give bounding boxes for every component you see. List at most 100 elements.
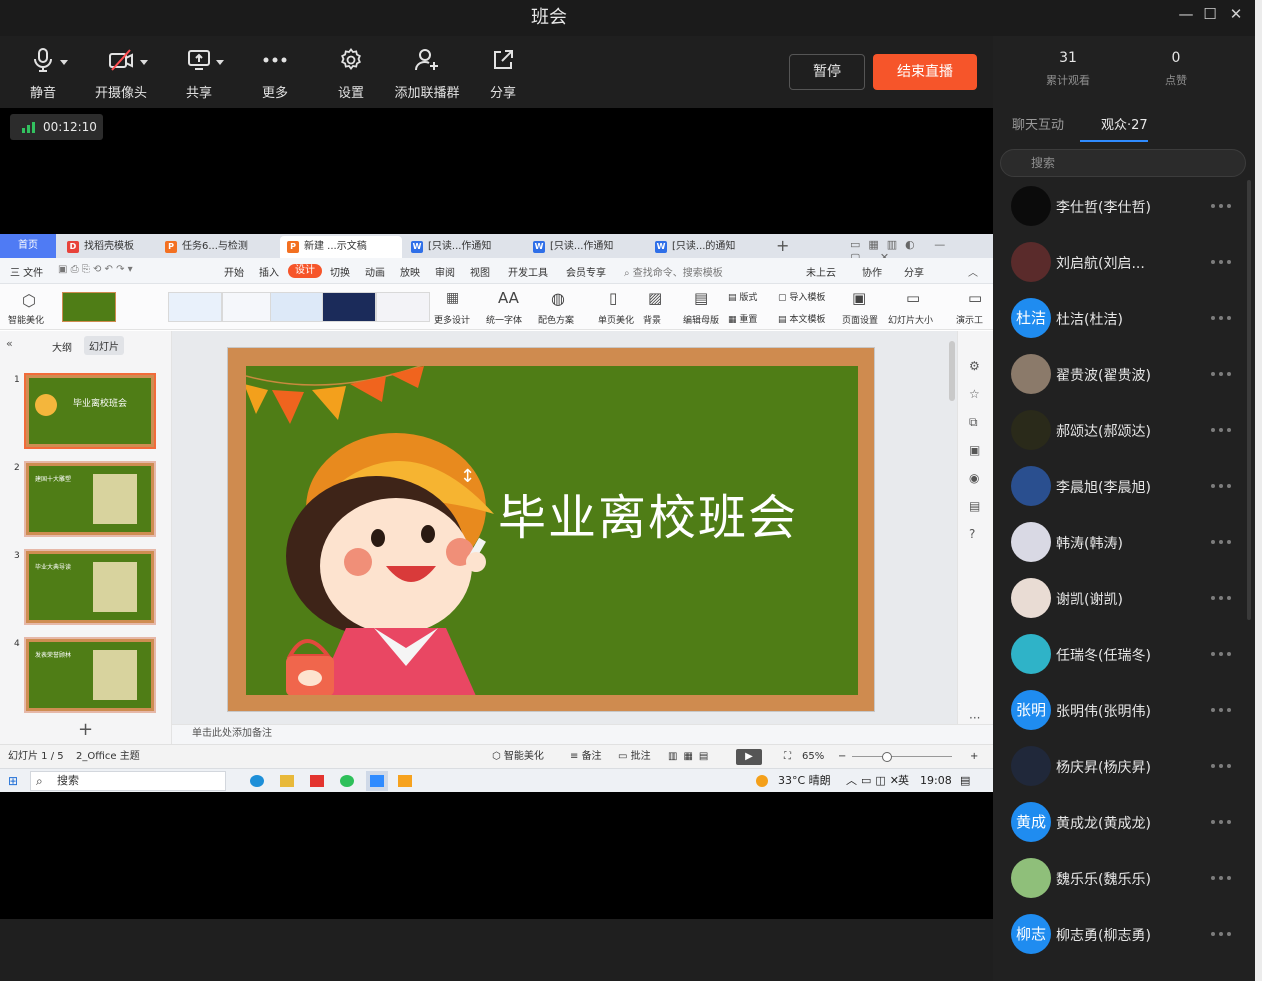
tab-audience[interactable]: 观众·27 <box>1101 114 1148 133</box>
share-screen-button[interactable]: 共享 <box>164 44 234 101</box>
audience-item[interactable]: 杜洁 杜洁(杜洁) <box>1011 298 1241 338</box>
more-design-button[interactable]: 更多设计 <box>434 313 470 326</box>
home-tab[interactable]: 首页 <box>0 234 56 258</box>
taskbar-search[interactable]: 搜索 <box>30 771 226 791</box>
weather-text[interactable]: 33°C 晴朗 <box>778 769 831 792</box>
current-slide[interactable]: 毕业离校班会 ↕ <box>227 347 875 712</box>
location-icon[interactable]: ◉ <box>969 471 979 485</box>
image-icon[interactable]: ▣ <box>969 443 980 457</box>
zoom-out-icon[interactable]: − <box>838 745 846 769</box>
slide-thumb-2[interactable]: 建国十大雕塑 <box>24 461 156 537</box>
add-slide-icon[interactable]: + <box>78 719 93 740</box>
text-template-button[interactable]: ▤ 本文模板 <box>778 312 825 325</box>
slide-size-button[interactable]: 幻灯片大小 <box>888 313 933 326</box>
audience-item[interactable]: 李仕哲(李仕哲) <box>1011 186 1241 226</box>
window-controls[interactable]: ▭▦▥◐ — ▢ ✕ <box>850 238 980 264</box>
audience-item[interactable]: 魏乐乐(魏乐乐) <box>1011 858 1241 898</box>
background-button[interactable]: 背景 <box>643 313 661 326</box>
audience-item[interactable]: 郝颂达(郝颂达) <box>1011 410 1241 450</box>
doc-tab[interactable]: W [只读...作通知 <box>404 236 524 258</box>
audience-item[interactable]: 柳志 柳志勇(柳志勇) <box>1011 914 1241 954</box>
fit-icon[interactable]: ⛶ <box>784 745 791 769</box>
more-options-icon[interactable] <box>1211 820 1233 824</box>
more-dots-icon[interactable]: ··· <box>969 711 980 725</box>
clock[interactable]: 19:08 <box>920 769 952 792</box>
slide-title[interactable]: 毕业离校班会 <box>498 478 798 548</box>
doc-tab[interactable]: D 找稻壳模板 <box>60 236 156 258</box>
help-icon[interactable]: ? <box>969 527 975 541</box>
collapse-ribbon-icon[interactable]: ︿ <box>968 264 978 279</box>
more-options-icon[interactable] <box>1211 708 1233 712</box>
zoom-in-icon[interactable]: + <box>970 745 978 769</box>
slides-tab[interactable]: 幻灯片 <box>84 336 124 355</box>
pause-button[interactable]: 暂停 <box>789 54 865 90</box>
more-options-icon[interactable] <box>1211 316 1233 320</box>
add-cohost-button[interactable]: 添加联播群 <box>392 44 462 101</box>
settings-button[interactable]: 设置 <box>316 44 386 101</box>
zoom-slider[interactable] <box>852 756 952 757</box>
menu-review[interactable]: 审阅 <box>435 264 455 279</box>
smart-beautify-button[interactable]: 智能美化 <box>8 313 44 326</box>
template-thumb[interactable] <box>168 292 222 322</box>
page-setup-button[interactable]: 页面设置 <box>842 313 878 326</box>
app-icon[interactable] <box>398 775 412 787</box>
view-mode-icons[interactable]: ▥▦▤ <box>668 745 714 769</box>
quick-tools[interactable]: ▣ ⎙ ⎘ ⟲ ↶ ↷ ▾ <box>58 264 133 275</box>
edge-icon[interactable] <box>250 775 264 787</box>
new-tab-icon[interactable]: + <box>776 236 789 255</box>
menu-file[interactable]: 三 文件 <box>10 264 43 279</box>
zoom-level[interactable]: 65% <box>802 745 824 769</box>
audience-item[interactable]: 翟贵波(翟贵波) <box>1011 354 1241 394</box>
more-button[interactable]: 更多 <box>240 44 310 101</box>
present-tools-button[interactable]: 演示工 <box>956 313 983 326</box>
ime-indicator[interactable]: 英 <box>898 769 909 792</box>
menu-member[interactable]: 会员专享 <box>566 264 606 279</box>
menu-view[interactable]: 视图 <box>470 264 490 279</box>
menu-slideshow[interactable]: 放映 <box>400 264 420 279</box>
more-options-icon[interactable] <box>1211 876 1233 880</box>
audience-search-input[interactable]: 搜索 <box>1000 149 1246 177</box>
doc-tab[interactable]: W [只读...的通知 <box>648 236 768 258</box>
notes-area[interactable]: 单击此处添加备注 <box>172 724 993 744</box>
collaborate-button[interactable]: 协作 <box>862 264 882 279</box>
more-options-icon[interactable] <box>1211 260 1233 264</box>
import-template-button[interactable]: ▢ 导入模板 <box>778 290 825 303</box>
notification-icon[interactable]: ▤ <box>960 769 970 792</box>
smart-beautify-status[interactable]: ⬡ 智能美化 <box>492 745 544 769</box>
wechat-icon[interactable] <box>340 775 354 787</box>
audience-item[interactable]: 任瑞冬(任瑞冬) <box>1011 634 1241 674</box>
more-options-icon[interactable] <box>1211 932 1233 936</box>
layout-button[interactable]: ▤ 版式 <box>728 290 757 303</box>
sidebar-scrollbar[interactable] <box>1247 180 1251 620</box>
more-options-icon[interactable] <box>1211 764 1233 768</box>
audience-item[interactable]: 黄成 黄成龙(黄成龙) <box>1011 802 1241 842</box>
windows-start-icon[interactable]: ⊞ <box>8 769 18 792</box>
audience-item[interactable]: 张明 张明伟(张明伟) <box>1011 690 1241 730</box>
more-options-icon[interactable] <box>1211 372 1233 376</box>
slide-thumb-1[interactable]: 毕业离校班会 <box>24 373 156 449</box>
menu-insert[interactable]: 插入 <box>259 264 279 279</box>
cloud-status[interactable]: 未上云 <box>806 264 836 279</box>
audience-item[interactable]: 李晨旭(李晨旭) <box>1011 466 1241 506</box>
color-scheme-button[interactable]: 配色方案 <box>538 313 574 326</box>
more-options-icon[interactable] <box>1211 652 1233 656</box>
maximize-icon[interactable]: ☐ <box>1196 2 1224 26</box>
doc-tab[interactable]: W [只读...作通知 <box>526 236 646 258</box>
end-live-button[interactable]: 结束直播 <box>873 54 977 90</box>
doc-tab-active[interactable]: P 新建 ...示文稿 <box>280 236 402 258</box>
audience-item[interactable]: 刘启航(刘启... <box>1011 242 1241 282</box>
tab-chat[interactable]: 聊天互动 <box>1012 114 1064 133</box>
more-options-icon[interactable] <box>1211 428 1233 432</box>
menu-start[interactable]: 开始 <box>224 264 244 279</box>
close-icon[interactable]: ✕ <box>1222 2 1250 26</box>
audience-item[interactable]: 谢凯(谢凯) <box>1011 578 1241 618</box>
more-options-icon[interactable] <box>1211 596 1233 600</box>
audience-item[interactable]: 杨庆昇(杨庆昇) <box>1011 746 1241 786</box>
properties-icon[interactable]: ⚙ <box>969 359 980 373</box>
more-options-icon[interactable] <box>1211 484 1233 488</box>
menu-animation[interactable]: 动画 <box>365 264 385 279</box>
template-thumb[interactable] <box>222 292 276 322</box>
star-icon[interactable]: ☆ <box>969 387 980 401</box>
doc-tab[interactable]: P 任务6...与检测 <box>158 236 276 258</box>
collapse-panel-icon[interactable]: « <box>6 337 13 350</box>
